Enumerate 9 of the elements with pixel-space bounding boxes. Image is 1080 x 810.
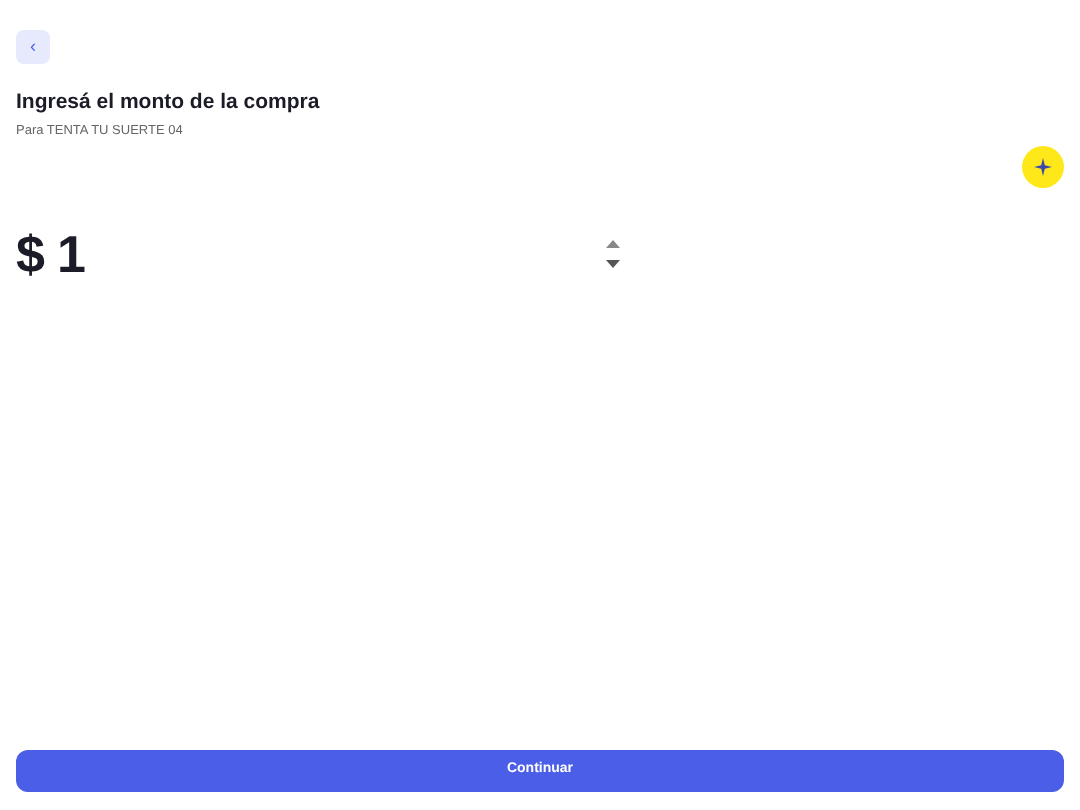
increment-button[interactable]	[606, 240, 620, 248]
back-button[interactable]: ‹	[16, 30, 50, 64]
decrement-button[interactable]	[606, 260, 620, 268]
up-arrow-icon	[606, 240, 620, 248]
sparkle-button[interactable]	[1022, 145, 1064, 187]
down-arrow-icon	[606, 260, 620, 268]
currency-symbol: $	[16, 221, 45, 287]
page-title: Ingresá el monto de la compra	[16, 88, 322, 118]
sparkle-icon	[1034, 157, 1052, 175]
